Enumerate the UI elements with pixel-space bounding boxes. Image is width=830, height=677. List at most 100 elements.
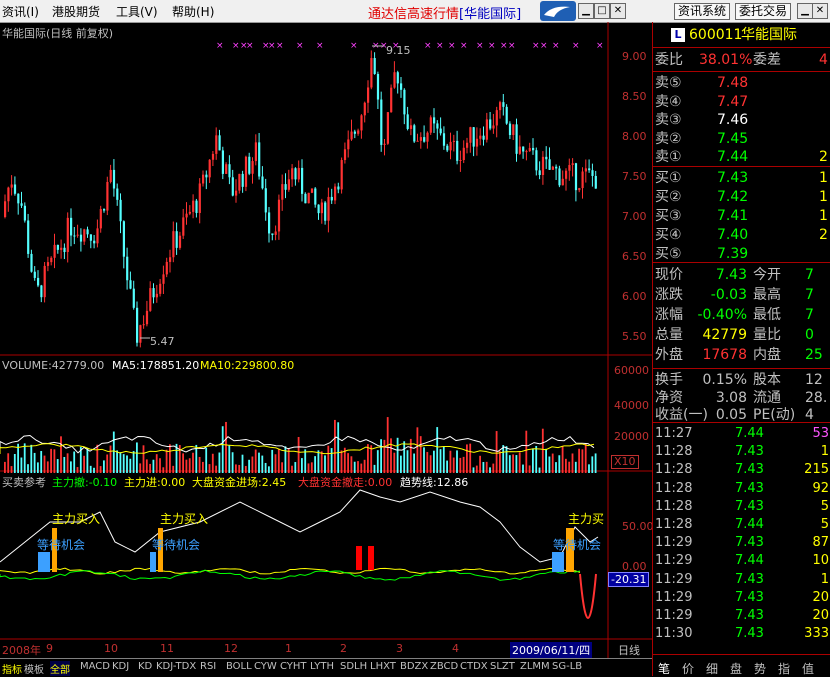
candle-body <box>330 196 333 201</box>
quote-tab[interactable]: 势 <box>754 660 766 677</box>
panel-close-icon[interactable]: ✕ <box>812 3 828 19</box>
volume-bar <box>469 443 472 473</box>
candle-body <box>63 247 66 253</box>
volume-bar <box>485 461 488 473</box>
tick-price: 7.44 <box>735 553 764 569</box>
trade-button[interactable]: 委托交易 <box>735 3 792 20</box>
indicator-tab[interactable]: 指标 <box>2 661 22 676</box>
close-icon[interactable]: ✕ <box>610 3 626 19</box>
candle-body <box>208 159 211 178</box>
volume-bar <box>268 466 270 473</box>
sell-level-price: 7.48 <box>717 75 749 91</box>
candle-body <box>112 169 116 189</box>
tick-row: 11:29 7.44 10 <box>653 552 830 570</box>
stat-label: 量比 <box>753 327 781 343</box>
volume-bar <box>466 444 468 473</box>
sell-level-row[interactable]: 卖② 7.45 <box>653 130 830 148</box>
sell-level-row[interactable]: 卖① 7.44 2 <box>653 148 830 166</box>
buy-level-row[interactable]: 买④ 7.40 2 <box>653 226 830 244</box>
indicator-tab[interactable]: LHXT <box>370 661 396 672</box>
volume-bar <box>281 462 283 473</box>
quote-tab[interactable]: 值 <box>802 660 814 677</box>
volume-bar <box>574 461 577 473</box>
volume-bar <box>93 467 95 473</box>
menu-help[interactable]: 帮助(H) <box>172 3 214 20</box>
candle-body <box>182 217 185 236</box>
candle-body <box>254 142 257 162</box>
indicator-tab[interactable]: BOLL <box>226 661 252 672</box>
quote-tab[interactable]: 细 <box>706 660 718 677</box>
sell-level-row[interactable]: 卖④ 7.47 <box>653 93 830 111</box>
volume-bar <box>30 444 33 473</box>
buy-level-label: 买① <box>655 170 682 186</box>
menu-tools[interactable]: 工具(V) <box>116 3 158 20</box>
candle-body <box>558 168 561 186</box>
candle-body <box>119 199 122 222</box>
buy-level-row[interactable]: 买① 7.43 1 <box>653 169 830 187</box>
buy-level-row[interactable]: 买⑤ 7.39 <box>653 245 830 263</box>
candle-body <box>343 149 347 161</box>
sell-level-row[interactable]: 卖③ 7.46 <box>653 111 830 129</box>
volume-bar <box>301 458 303 473</box>
indicator-tab[interactable]: SG-LB <box>552 661 582 672</box>
quote-tab[interactable]: 笔 <box>658 660 670 677</box>
volume-bar <box>340 450 343 473</box>
quote-tab[interactable]: 盘 <box>730 660 742 677</box>
volume-bar <box>241 454 244 473</box>
indicator-tab[interactable]: LYTH <box>310 661 334 672</box>
buy-level-row[interactable]: 买② 7.42 1 <box>653 188 830 206</box>
indicator-dip-line <box>579 573 597 619</box>
indicator-tab[interactable]: SLZT <box>490 661 515 672</box>
indicator-tab[interactable]: 模板 <box>24 661 44 676</box>
kline-svg[interactable]: × × ×× ×× × × × × × × × × × × × × × × × × × × × × <box>0 22 652 658</box>
tick-price: 7.43 <box>735 589 764 605</box>
candle-body <box>469 127 472 143</box>
indicator-tab[interactable]: 全部 <box>50 661 70 676</box>
indicator-tab[interactable]: KD <box>138 661 152 672</box>
stat-value: 7.43 <box>715 267 747 283</box>
volume-tick: 60000 <box>614 364 649 377</box>
quote-tab[interactable]: 价 <box>682 660 694 677</box>
info-system-button[interactable]: 资讯系统 <box>674 3 731 20</box>
indicator-tab[interactable]: ZLMM <box>520 661 550 672</box>
indicator-tab[interactable]: ZBCD <box>430 661 458 672</box>
volume-bar <box>376 450 379 473</box>
indicator-tab[interactable]: KDJ-TDX <box>156 661 196 672</box>
chart-area[interactable]: × × × × × × × × × × × × × × × × × × × × × × × × × × 华能国际(日线 前复权) … <box>0 22 654 658</box>
volume-bar <box>66 453 69 473</box>
quote-tab[interactable]: 指 <box>778 660 790 677</box>
indicator-tab[interactable]: CYW <box>254 661 277 672</box>
indicator-tab[interactable]: KDJ <box>112 661 129 672</box>
tick-time: 11:28 <box>655 480 693 496</box>
indicator-tab[interactable]: BDZX <box>400 661 428 672</box>
candle-body <box>152 288 155 298</box>
volume-bar <box>584 444 587 473</box>
indicator-name[interactable]: 买卖参考 <box>2 474 46 490</box>
maximize-icon[interactable]: □ <box>594 3 610 19</box>
quote-stat-row: 净资 3.08 流通 28. <box>653 389 830 407</box>
volume-bar <box>324 455 326 473</box>
minimize-icon[interactable]: ▁ <box>578 3 594 19</box>
indicator-tab[interactable]: CYHT <box>280 661 307 672</box>
candle-body <box>50 257 53 263</box>
indicator-tab[interactable]: SDLH <box>340 661 367 672</box>
candle-body <box>13 184 17 194</box>
volume-bar <box>367 444 369 473</box>
volume-bar <box>508 455 511 473</box>
indicator-tab[interactable]: CTDX <box>460 661 488 672</box>
volume-bar <box>353 461 356 473</box>
menu-info[interactable]: 资讯(I) <box>2 3 39 20</box>
volume-bar <box>162 467 165 473</box>
candle-body <box>228 164 231 178</box>
volume-bar <box>142 445 145 473</box>
candle-body <box>310 188 314 193</box>
indicator-tab[interactable]: MACD <box>80 661 110 672</box>
period-label[interactable]: 日线 <box>618 642 640 658</box>
volume-bar <box>327 445 330 473</box>
tick-time: 11:29 <box>655 608 693 623</box>
buy-level-row[interactable]: 买③ 7.41 1 <box>653 207 830 225</box>
menu-hk-futures[interactable]: 港股期货 <box>52 3 100 20</box>
sell-level-row[interactable]: 卖⑤ 7.48 <box>653 74 830 92</box>
indicator-tab[interactable]: RSI <box>200 661 216 672</box>
panel-min-icon[interactable]: ▁ <box>797 3 813 19</box>
